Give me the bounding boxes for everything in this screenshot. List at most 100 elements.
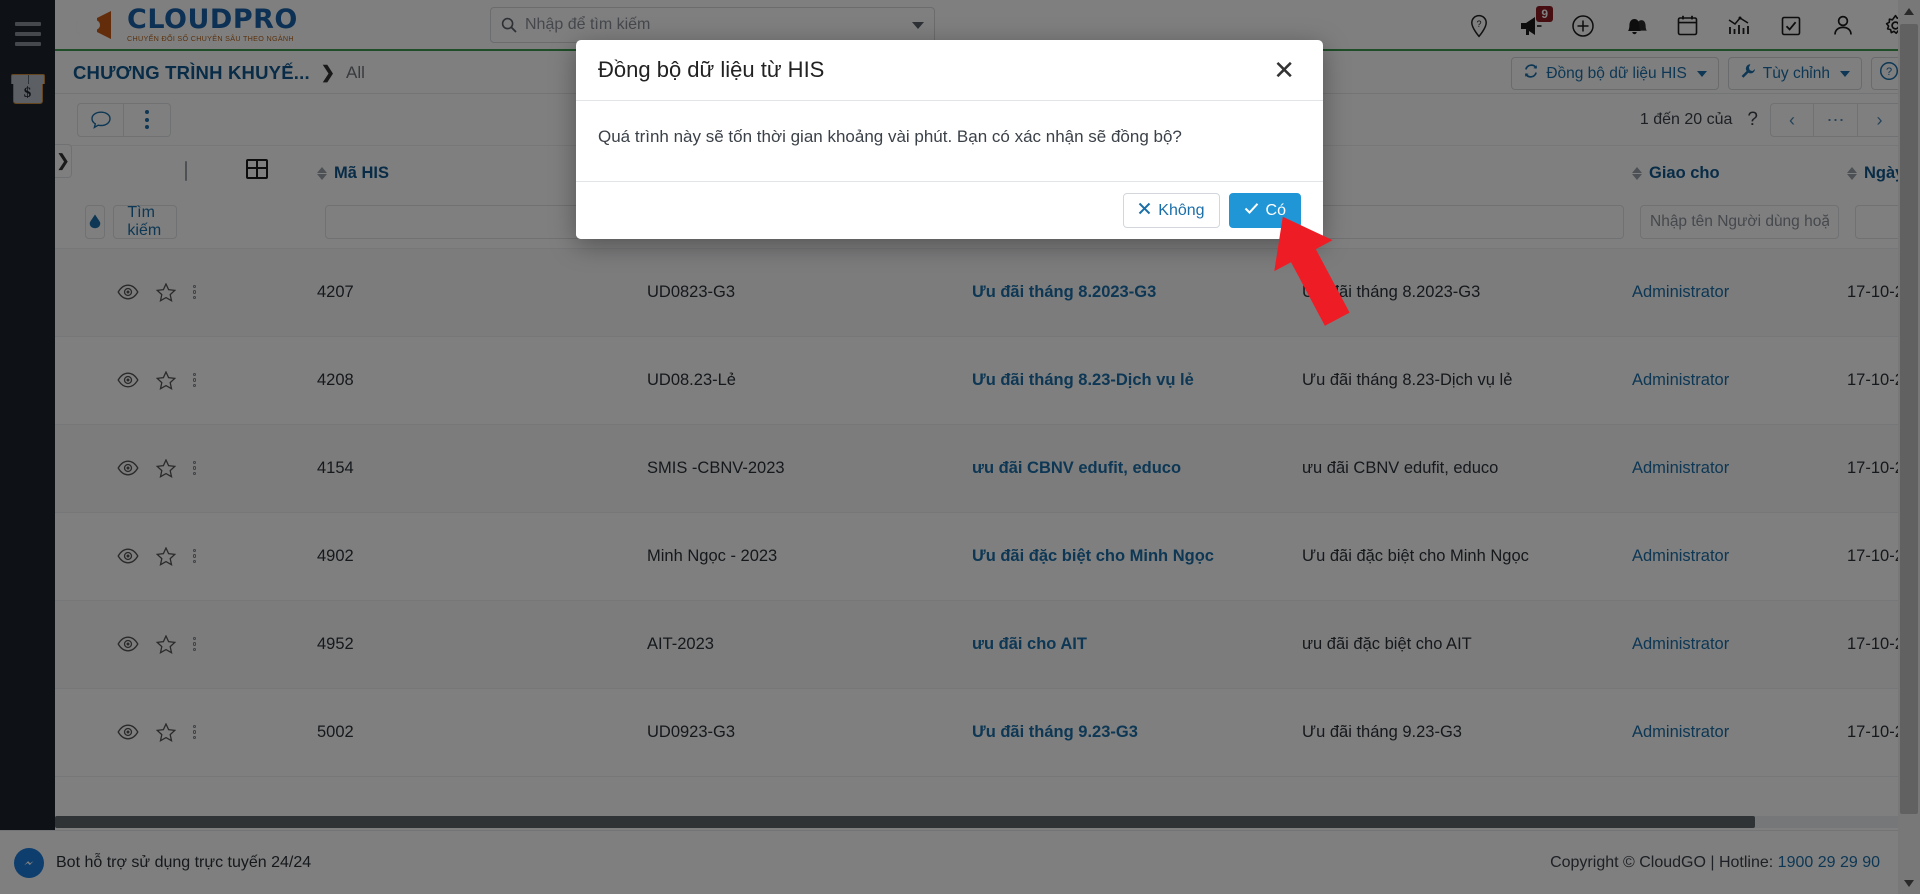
kebab-menu-icon[interactable]: [193, 636, 197, 652]
cloudpro-logo[interactable]: CLOUDPRO CHUYỂN ĐỔI SỐ CHUYÊN SÂU THEO N…: [71, 5, 298, 45]
kebab-menu-icon[interactable]: [193, 372, 197, 388]
cell-desc: Ưu đãi tháng 8.23-Dịch vụ lẻ: [1302, 336, 1632, 425]
eye-icon[interactable]: [117, 636, 139, 652]
eye-icon[interactable]: [117, 284, 139, 300]
kebab-menu-icon[interactable]: [193, 548, 197, 564]
cell-desc: Ưu đãi tháng 9.23-G3: [1302, 688, 1632, 777]
search-filter-button[interactable]: Tìm kiếm: [113, 204, 177, 239]
plus-circle-icon[interactable]: [1570, 13, 1596, 39]
cell-desc: Ưu đãi đặc biệt cho Minh Ngọc: [1302, 512, 1632, 601]
th-assign[interactable]: Giao cho: [1632, 146, 1847, 196]
cloudpro-logo-mark: [71, 5, 117, 45]
cell-code: AIT-2023: [647, 600, 972, 689]
logo-text: CLOUDPRO CHUYỂN ĐỔI SỐ CHUYÊN SÂU THEO N…: [127, 6, 298, 42]
eye-icon[interactable]: [117, 724, 139, 740]
scrollbar-thumb[interactable]: [55, 816, 1755, 828]
th-select-all: [185, 146, 245, 196]
calendar-icon[interactable]: [1674, 13, 1700, 39]
star-icon[interactable]: [156, 458, 176, 478]
cell-assign-link[interactable]: Administrator: [1632, 336, 1847, 425]
confirm-button[interactable]: Có: [1228, 193, 1301, 228]
table-row[interactable]: 4208 UD08.23-Lẻ Ưu đãi tháng 8.23-Dịch v…: [55, 336, 1920, 425]
cell-name-link[interactable]: ưu đãi cho AIT: [972, 600, 1302, 689]
question-circle-icon: ?: [1879, 61, 1899, 86]
hotline-link[interactable]: 1900 29 29 90: [1778, 854, 1880, 871]
th-desc[interactable]: tả: [1302, 146, 1632, 196]
help-pin-icon[interactable]: ?: [1466, 13, 1492, 39]
star-icon[interactable]: [156, 634, 176, 654]
cell-assign-link[interactable]: Administrator: [1632, 424, 1847, 513]
kebab-menu-icon[interactable]: [193, 460, 197, 476]
pagination-prev-button[interactable]: ‹: [1770, 103, 1814, 137]
th-ma-his-label: Mã HIS: [334, 164, 390, 182]
search-input[interactable]: [525, 16, 906, 34]
row-icon-cell: [245, 688, 317, 777]
cell-name-link[interactable]: Ưu đãi tháng 8.23-Dịch vụ lẻ: [972, 336, 1302, 425]
cell-assign-link[interactable]: Administrator: [1632, 248, 1847, 337]
cell-name-link[interactable]: ưu đãi CBNV edufit, educo: [972, 424, 1302, 513]
sync-his-button[interactable]: Đồng bộ dữ liệu HIS: [1511, 57, 1719, 90]
filter-assign-input[interactable]: [1640, 204, 1839, 239]
star-icon[interactable]: [156, 282, 176, 302]
global-search[interactable]: [490, 7, 935, 43]
kebab-menu-icon[interactable]: [124, 102, 171, 137]
customize-button[interactable]: Tùy chỉnh: [1727, 57, 1862, 90]
cell-assign-link[interactable]: Administrator: [1632, 688, 1847, 777]
select-all-checkbox[interactable]: [185, 160, 187, 181]
breadcrumb-leaf[interactable]: All: [346, 63, 365, 83]
table-row[interactable]: 4154 SMIS -CBNV-2023 ưu đãi CBNV edufit,…: [55, 424, 1920, 513]
sort-icon[interactable]: [1847, 167, 1857, 180]
kebab-menu-icon[interactable]: [193, 724, 197, 740]
kebab-menu-icon[interactable]: [193, 284, 197, 300]
cell-name-link[interactable]: Ưu đãi tháng 8.2023-G3: [972, 248, 1302, 337]
star-icon[interactable]: [156, 546, 176, 566]
scrollbar-thumb[interactable]: [1900, 24, 1918, 814]
eye-icon[interactable]: [117, 372, 139, 388]
eye-icon[interactable]: [117, 548, 139, 564]
application-window: $ CLOUDPRO CHUYỂN ĐỔI SỐ CHUYÊN SÂU THEO…: [0, 0, 1920, 894]
table-row[interactable]: 4952 AIT-2023 ưu đãi cho AIT ưu đãi đặc …: [55, 600, 1920, 689]
scroll-up-button[interactable]: [1898, 0, 1920, 22]
page-vertical-scrollbar[interactable]: [1898, 0, 1920, 894]
cell-ma-his: 4952: [317, 600, 647, 689]
user-icon[interactable]: [1830, 13, 1856, 39]
row-actions-cell: [55, 336, 197, 425]
table-body: Tìm kiếm Nhập tên Người dùng hoặ 4207 UD…: [55, 196, 1920, 777]
sort-icon[interactable]: [1632, 167, 1642, 180]
megaphone-icon[interactable]: 9: [1518, 5, 1553, 39]
chat-bubble-icon[interactable]: [77, 102, 124, 137]
hamburger-menu-icon[interactable]: [14, 22, 41, 46]
chevron-down-icon[interactable]: [912, 21, 924, 29]
close-icon[interactable]: ✕: [1267, 53, 1301, 87]
table-row[interactable]: 4207 UD0823-G3 Ưu đãi tháng 8.2023-G3 Ưu…: [55, 248, 1920, 337]
star-icon[interactable]: [156, 370, 176, 390]
cell-name-link[interactable]: Ưu đãi tháng 9.23-G3: [972, 688, 1302, 777]
clear-filters-button[interactable]: [85, 204, 106, 239]
th-assign-label: Giao cho: [1649, 164, 1720, 182]
checkbox-task-icon[interactable]: [1778, 13, 1804, 39]
analytics-chart-icon[interactable]: [1726, 13, 1752, 39]
cell-assign-link[interactable]: Administrator: [1632, 600, 1847, 689]
expand-panel-button[interactable]: ❯: [55, 144, 72, 178]
bells-icon[interactable]: [1622, 13, 1648, 39]
grid-columns-icon[interactable]: [245, 158, 269, 185]
table-row[interactable]: 5002 UD0923-G3 Ưu đãi tháng 9.23-G3 Ưu đ…: [55, 688, 1920, 777]
support-bot[interactable]: Bot hỗ trợ sử dụng trực tuyến 24/24: [14, 847, 311, 878]
th-actions: [55, 146, 185, 196]
filter-icon-cell: [245, 196, 317, 249]
sort-icon[interactable]: [317, 167, 327, 180]
eye-icon[interactable]: [117, 460, 139, 476]
cash-box-icon[interactable]: $: [10, 74, 45, 104]
scroll-down-button[interactable]: [1898, 872, 1920, 894]
grid-horizontal-scrollbar[interactable]: [55, 816, 1898, 828]
star-icon[interactable]: [156, 722, 176, 742]
breadcrumb-title[interactable]: CHƯƠNG TRÌNH KHUYẾ...: [73, 62, 310, 84]
cancel-button[interactable]: Không: [1123, 193, 1220, 228]
cell-code: UD0823-G3: [647, 248, 972, 337]
cell-name-link[interactable]: Ưu đãi đặc biệt cho Minh Ngọc: [972, 512, 1302, 601]
filter-desc-input[interactable]: [1310, 204, 1624, 239]
pagination-next-button[interactable]: ›: [1858, 103, 1902, 137]
cell-assign-link[interactable]: Administrator: [1632, 512, 1847, 601]
pagination-more-button[interactable]: ⋯: [1814, 103, 1858, 137]
table-row[interactable]: 4902 Minh Ngọc - 2023 Ưu đãi đặc biệt ch…: [55, 512, 1920, 601]
